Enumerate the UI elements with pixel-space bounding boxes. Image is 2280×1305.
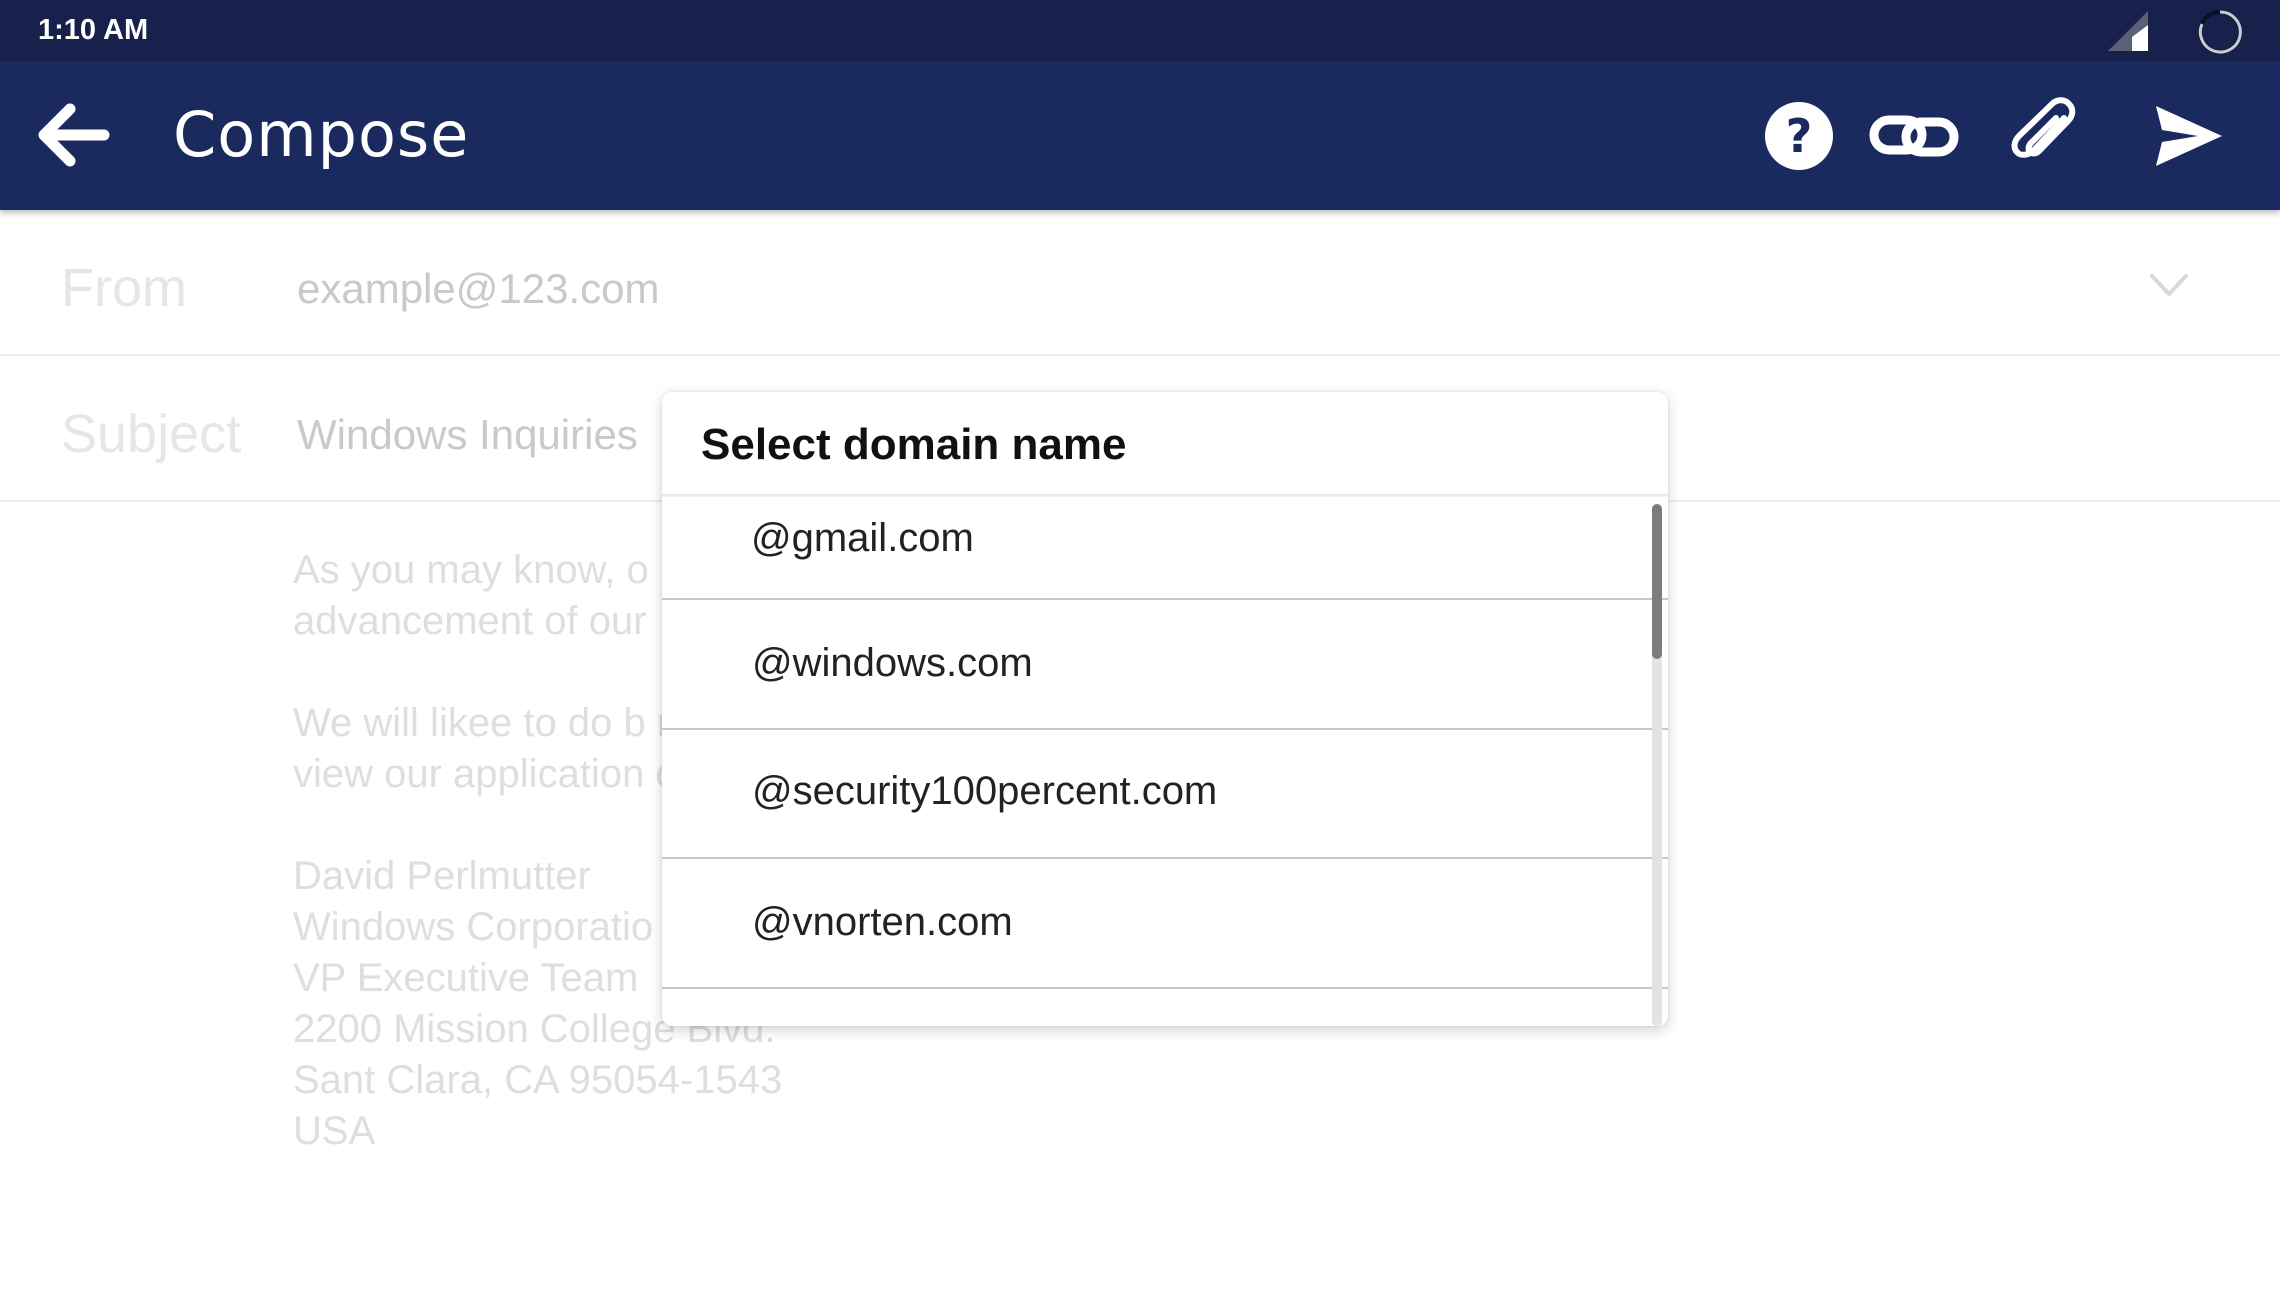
back-button[interactable] xyxy=(30,97,116,173)
app-bar: Compose ? xyxy=(0,61,2280,210)
from-row[interactable]: From example@123.com xyxy=(0,210,2280,356)
paperclip-icon xyxy=(2011,97,2076,158)
domain-option-windows[interactable]: @windows.com xyxy=(662,600,1668,730)
domain-option-label: @vnorten.com xyxy=(752,900,1013,944)
domain-option-security100percent[interactable]: @security100percent.com xyxy=(662,730,1668,859)
send-icon xyxy=(2156,106,2222,166)
domain-option-gmail[interactable]: @gmail.com xyxy=(662,497,1668,600)
link-button[interactable] xyxy=(1862,91,1966,181)
signature-line: Sant Clara, CA 95054-1543 xyxy=(293,1058,783,1102)
subject-value[interactable]: Windows Inquiries xyxy=(297,410,638,460)
chevron-down-icon[interactable] xyxy=(2146,266,2192,302)
domain-option-label: @gmail.com xyxy=(751,516,974,560)
status-bar: 1:10 AM xyxy=(0,0,2280,61)
from-value[interactable]: example@123.com xyxy=(297,264,659,314)
page-title: Compose xyxy=(173,98,470,171)
attach-button[interactable] xyxy=(1996,91,2096,181)
dialog-title: Select domain name xyxy=(701,420,1127,469)
domain-option-list[interactable]: @gmail.com @windows.com @security100perc… xyxy=(662,497,1668,1026)
loading-circle-icon xyxy=(2198,10,2242,54)
send-button[interactable] xyxy=(2134,91,2244,181)
domain-option-vnorten[interactable]: @vnorten.com xyxy=(662,859,1668,989)
question-circle-icon: ? xyxy=(1765,102,1833,170)
signature-line: USA xyxy=(293,1109,376,1153)
subject-label: Subject xyxy=(61,404,242,464)
select-domain-dialog: Select domain name @gmail.com @windows.c… xyxy=(662,392,1668,1026)
domain-option-label: @windows.com xyxy=(752,641,1033,685)
domain-option-label: @security100percent.com xyxy=(752,769,1218,813)
arrow-left-icon xyxy=(38,103,110,167)
help-button[interactable]: ? xyxy=(1752,91,1846,181)
svg-text:?: ? xyxy=(1786,109,1813,163)
signal-icon xyxy=(2108,11,2148,51)
link-icon xyxy=(1869,115,1959,157)
from-label: From xyxy=(61,258,187,318)
compose-screen: 1:10 AM Compose ? From example@123.com S… xyxy=(0,0,2280,1305)
scrollbar-thumb[interactable] xyxy=(1652,504,1662,659)
status-time: 1:10 AM xyxy=(38,14,149,46)
